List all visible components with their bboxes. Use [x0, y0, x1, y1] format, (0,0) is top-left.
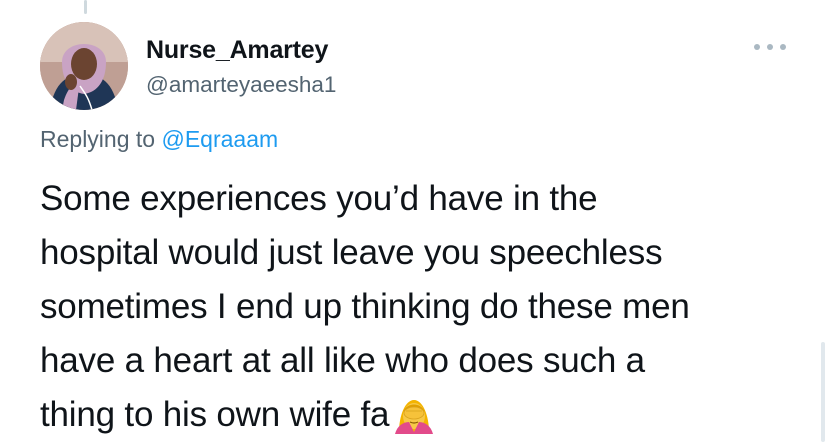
scrollbar[interactable] — [821, 342, 825, 442]
author-handle[interactable]: @amarteyaeesha1 — [146, 72, 336, 98]
tweet-text-line: Some experiences you’d have in the — [40, 179, 598, 218]
tweet-text-line: hospital would just leave you speechless — [40, 233, 663, 272]
more-options-icon[interactable] — [754, 40, 786, 54]
replying-to-line: Replying to @Eqraaam — [40, 126, 278, 153]
more-dot — [754, 44, 760, 50]
tweet-text-line: sometimes I end up thinking do these men — [40, 287, 690, 326]
author-display-name[interactable]: Nurse_Amartey — [146, 36, 328, 65]
replying-to-prefix: Replying to — [40, 126, 156, 152]
tweet-body: Some experiences you’d have in the hospi… — [40, 172, 800, 442]
more-dot — [767, 44, 773, 50]
woman-facepalming-emoji — [395, 400, 434, 434]
avatar[interactable] — [40, 22, 128, 110]
thread-connector-line — [84, 0, 87, 14]
tweet-text-line: thing to his own wife fa — [40, 395, 390, 434]
more-dot — [780, 44, 786, 50]
tweet-text-line: have a heart at all like who does such a — [40, 341, 645, 380]
avatar-image — [40, 22, 128, 110]
tweet-card: Nurse_Amartey @amarteyaeesha1 Replying t… — [0, 0, 828, 445]
replying-to-mention[interactable]: @Eqraaam — [161, 126, 278, 152]
tweet-text-line-last: thing to his own wife fa — [40, 388, 800, 442]
